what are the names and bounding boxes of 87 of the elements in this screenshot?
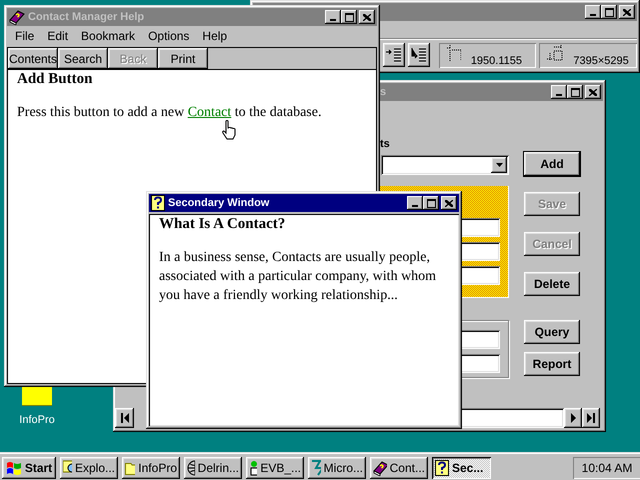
menu-item[interactable]: Help — [196, 28, 234, 42]
menu-item[interactable]: Edit — [41, 28, 76, 42]
taskbar-button[interactable]: EVB_... — [246, 457, 304, 479]
close-button[interactable] — [585, 85, 601, 99]
status-readout: 7395×5295 — [573, 55, 629, 67]
start-button[interactable]: Start — [2, 457, 56, 479]
maximize-icon — [570, 88, 580, 96]
window-title: s — [379, 86, 388, 98]
menu-item[interactable]: Bookmark — [75, 28, 142, 42]
help-toolbar-button[interactable]: Print — [158, 48, 208, 69]
topic-heading: What Is A Contact? — [159, 216, 286, 233]
close-button[interactable] — [359, 10, 375, 24]
folder-icon — [125, 461, 136, 475]
setup-icon — [249, 460, 258, 476]
maximize-button[interactable] — [423, 196, 439, 210]
maximize-icon — [604, 8, 614, 16]
dimension-icon — [547, 45, 564, 61]
close-icon — [363, 14, 371, 20]
help-book-icon — [373, 460, 387, 476]
form-button[interactable]: Delete — [524, 272, 580, 296]
window-title: Secondary Window — [168, 197, 270, 209]
next-record-button[interactable] — [564, 408, 582, 428]
maximize-button[interactable] — [567, 85, 583, 99]
help-toolbar-button[interactable]: Search — [58, 48, 108, 69]
text-field[interactable] — [460, 242, 500, 261]
close-icon — [445, 200, 453, 206]
taskbar-button[interactable]: Micro... — [308, 457, 366, 479]
maximize-icon — [344, 12, 354, 22]
window-title: Contact Manager Help — [28, 11, 146, 23]
taskbar-button[interactable]: Cont... — [370, 457, 428, 479]
help-icon — [435, 460, 449, 476]
dropdown-field[interactable] — [381, 155, 509, 175]
record-field[interactable] — [459, 408, 564, 428]
field-label: ts — [380, 138, 390, 152]
taskbar-button[interactable]: Sec... — [432, 457, 491, 479]
minimize-icon — [556, 94, 562, 96]
minimize-button[interactable] — [325, 10, 341, 24]
icon-label[interactable]: InfoPro — [19, 414, 55, 426]
close-button[interactable] — [619, 5, 635, 19]
maximize-button[interactable] — [341, 10, 357, 24]
text-field[interactable] — [460, 218, 500, 237]
minimize-icon — [412, 205, 418, 207]
help-book-icon — [9, 9, 25, 25]
outdent-icon — [410, 48, 427, 62]
minimize-icon — [330, 19, 336, 21]
outdent-button[interactable] — [408, 43, 430, 67]
form-button[interactable]: Report — [524, 352, 580, 376]
topic-text: Press this button to add a new Contact to the database. — [17, 105, 322, 121]
maximize-icon — [426, 198, 436, 208]
close-icon — [589, 88, 597, 96]
text-field[interactable] — [460, 354, 500, 373]
dropdown-button[interactable] — [491, 157, 507, 173]
hand-cursor-icon — [222, 120, 237, 140]
taskbar-button[interactable]: Explo... — [60, 457, 118, 479]
minimize-button[interactable] — [585, 5, 601, 19]
status-readout: 1950.1155 — [470, 55, 522, 67]
minimize-button[interactable] — [407, 196, 423, 210]
text-field[interactable] — [460, 330, 500, 349]
taskbar-button[interactable]: InfoPro — [122, 457, 180, 479]
topic-heading: Add Button — [17, 71, 92, 88]
last-record-icon — [587, 413, 595, 423]
form-button[interactable]: Add — [524, 152, 580, 176]
indent-icon — [386, 48, 402, 62]
contact-link[interactable]: Contact — [188, 105, 232, 120]
first-record-button[interactable] — [115, 408, 134, 428]
windows-logo-icon — [6, 461, 22, 475]
help-toolbar-button[interactable]: Contents — [8, 48, 58, 69]
folder-icon[interactable] — [22, 386, 52, 406]
menu-item[interactable]: File — [9, 28, 42, 42]
first-record-icon — [120, 413, 128, 423]
menu-item[interactable]: Options — [142, 28, 196, 42]
taskbar-button[interactable]: Delrin... — [184, 457, 242, 479]
last-record-button[interactable] — [582, 408, 600, 428]
app-icon — [311, 460, 321, 476]
topic-text: In a business sense, Contacts are usually people, associated with a particular company, with whom you have a friendly working relationship... — [159, 249, 438, 305]
crop-corner-icon — [446, 45, 461, 61]
next-record-icon — [570, 413, 576, 423]
clock: 10:04 AM — [573, 457, 640, 479]
close-button[interactable] — [441, 196, 457, 210]
text-field[interactable] — [460, 266, 500, 285]
maximize-button[interactable] — [601, 5, 617, 19]
caret-icon — [496, 163, 502, 167]
close-icon — [623, 8, 631, 16]
minimize-button[interactable] — [551, 85, 567, 99]
minimize-icon — [590, 14, 596, 16]
indent-button[interactable] — [383, 43, 405, 67]
form-button[interactable]: Query — [524, 320, 580, 344]
